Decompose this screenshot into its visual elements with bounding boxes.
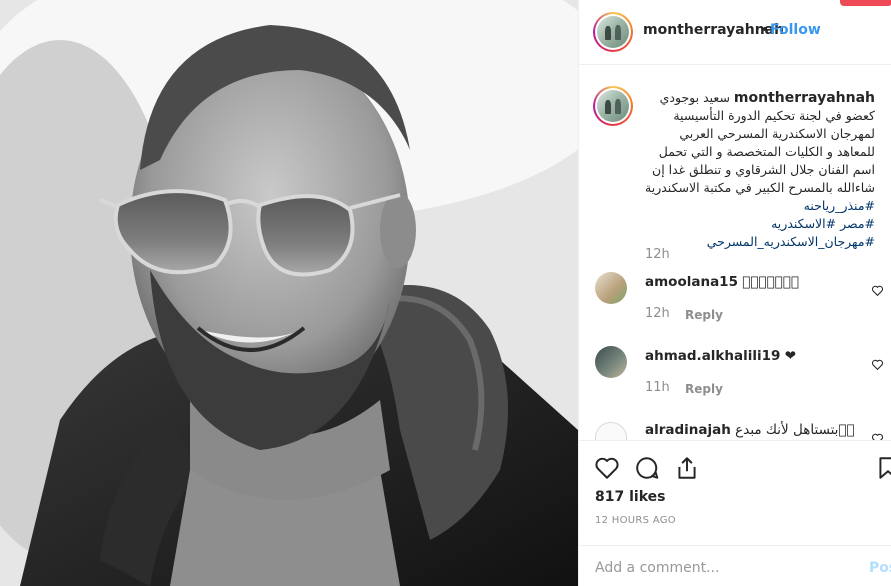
post-side-panel: montherrayahnah • Follow montherrayahnah…	[578, 0, 891, 586]
commenter-username[interactable]: ahmad.alkhalili19	[645, 348, 780, 364]
comment-text: ❤	[784, 348, 797, 364]
heart-icon[interactable]	[594, 455, 620, 481]
comment-text-line: ahmad.alkhalili19 ❤	[645, 348, 796, 364]
caption-body: montherrayahnah سعيد بوجودي كعضو في لجنة…	[643, 89, 875, 251]
notification-badge	[840, 0, 891, 6]
share-icon[interactable]	[674, 455, 700, 481]
caption-username[interactable]: montherrayahnah	[734, 89, 875, 107]
portrait-image	[0, 0, 578, 586]
comment-text-line: amoolana15 􀀀􀀀􀀀􀀀􀀀􀀀􀀀	[645, 274, 799, 290]
comment-text: بتستاهل لأنك مبدع􀀀􀀀	[735, 422, 855, 438]
follow-button[interactable]: Follow	[770, 22, 821, 38]
add-comment-input[interactable]	[595, 558, 845, 578]
separator-dot: •	[761, 22, 770, 38]
hashtag[interactable]: #مهرجان_الاسكندريه_المسرحي	[643, 233, 875, 251]
post-photo[interactable]	[0, 0, 578, 586]
post-actions: 817 likes 12 HOURS AGO Post	[579, 440, 891, 586]
reply-button[interactable]: Reply	[685, 308, 723, 322]
comment-like-icon[interactable]	[871, 432, 884, 440]
likes-count[interactable]: 817 likes	[595, 489, 665, 505]
commenter-username[interactable]: alradinajah	[645, 422, 731, 438]
commenter-avatar[interactable]	[595, 272, 627, 304]
comment-like-icon[interactable]	[871, 284, 884, 297]
instagram-post-viewer: montherrayahnah • Follow montherrayahnah…	[0, 0, 891, 586]
comments-list[interactable]: montherrayahnah سعيد بوجودي كعضو في لجنة…	[579, 66, 891, 440]
comment-time[interactable]: 11h	[645, 380, 670, 395]
caption-time[interactable]: 12h	[645, 247, 670, 262]
author-avatar[interactable]	[593, 12, 633, 52]
comment-like-icon[interactable]	[871, 358, 884, 371]
hashtag[interactable]: #مصر #الاسكندريه	[643, 215, 875, 233]
bookmark-icon[interactable]	[875, 455, 891, 481]
commenter-username[interactable]: amoolana15	[645, 274, 738, 290]
post-timestamp[interactable]: 12 HOURS AGO	[595, 515, 676, 526]
commenter-avatar[interactable]	[595, 346, 627, 378]
post-header: montherrayahnah • Follow	[579, 0, 891, 65]
commenter-avatar[interactable]	[595, 422, 627, 440]
comment-time[interactable]: 12h	[645, 306, 670, 321]
hashtag[interactable]: #منذر_رياحنه	[643, 197, 875, 215]
reply-button[interactable]: Reply	[685, 382, 723, 396]
comment-text: 􀀀􀀀􀀀􀀀􀀀􀀀􀀀	[742, 274, 799, 290]
comment-bubble-icon[interactable]	[634, 455, 660, 481]
comment-text-line: alradinajah بتستاهل لأنك مبدع􀀀􀀀	[645, 422, 855, 438]
caption-avatar[interactable]	[593, 86, 633, 126]
add-comment-bar: Post	[579, 545, 891, 586]
post-comment-button[interactable]: Post	[869, 560, 891, 576]
